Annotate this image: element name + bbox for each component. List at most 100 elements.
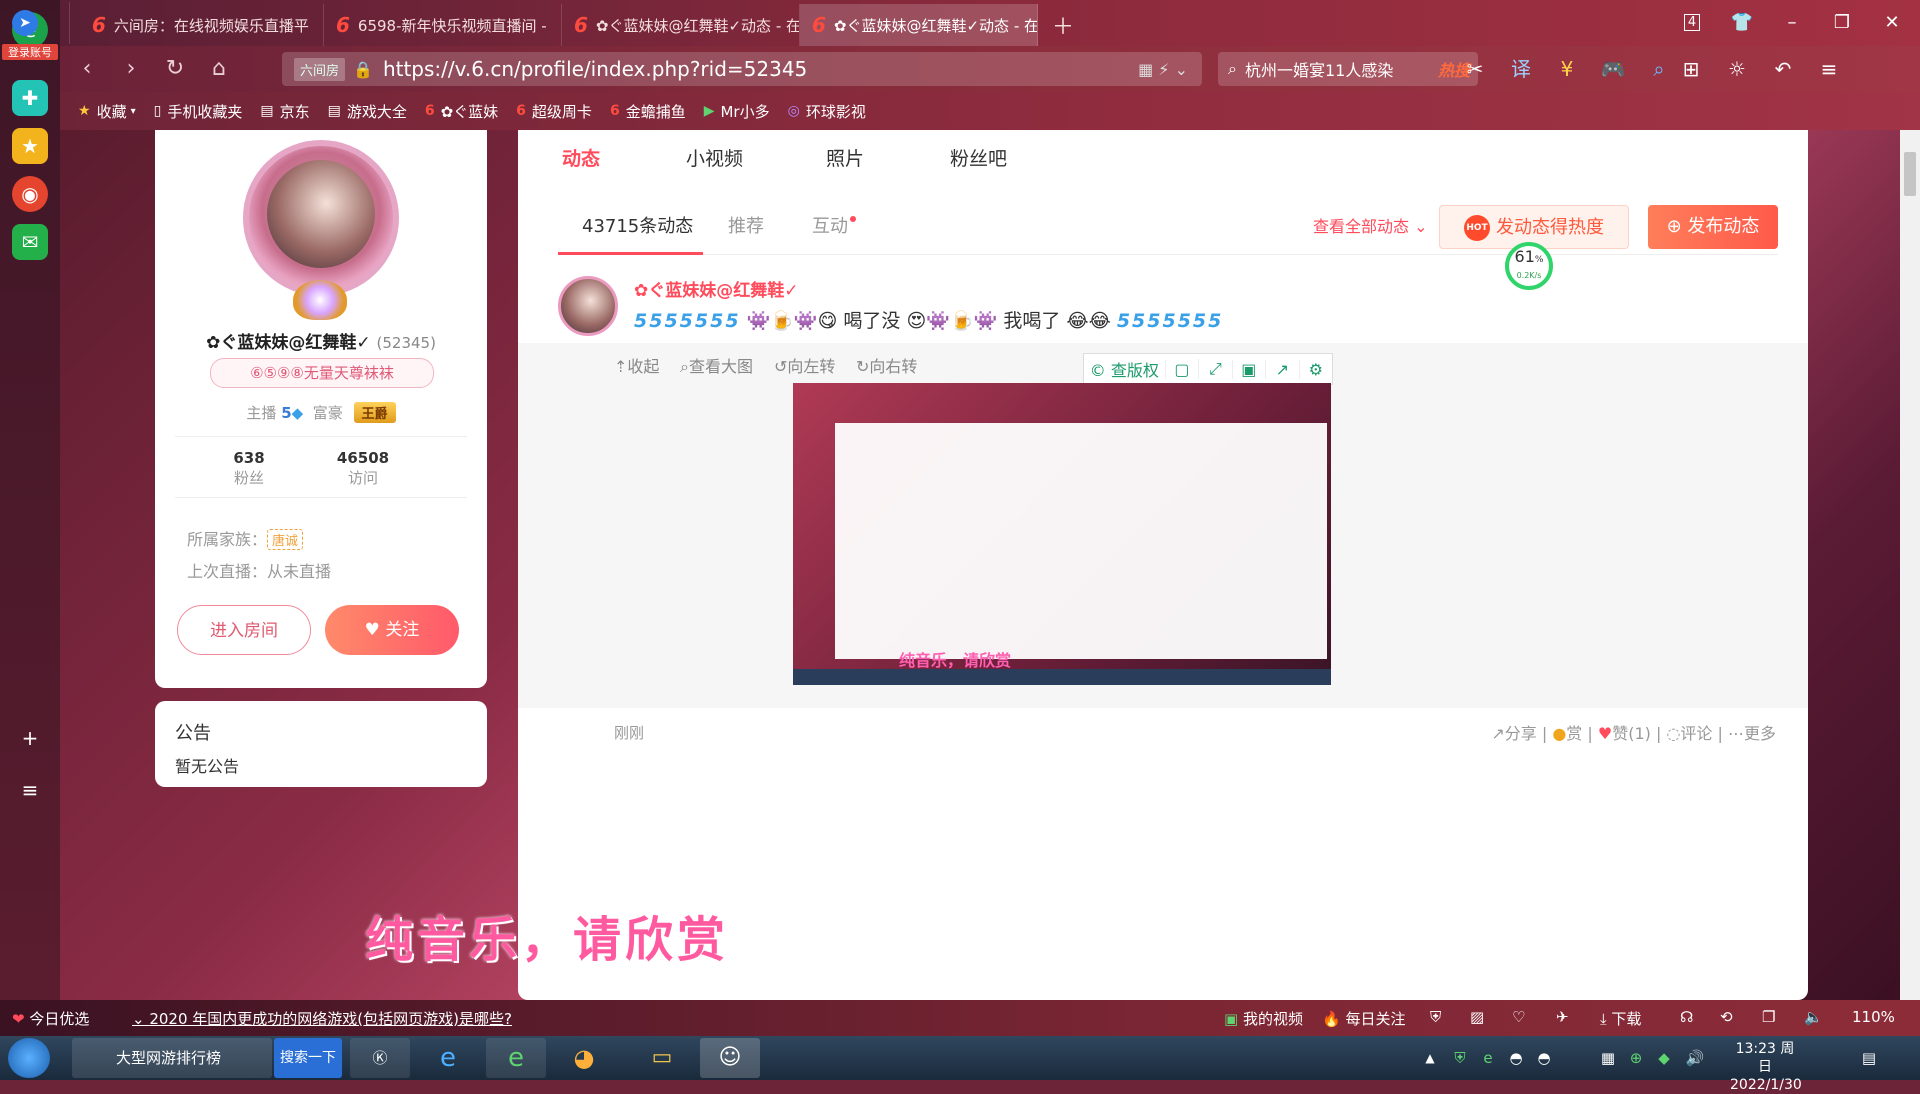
shirt-icon[interactable]: 👕	[1720, 8, 1764, 38]
star-icon[interactable]: ★	[12, 128, 48, 164]
bookmark-games[interactable]: ▤ 游戏大全	[328, 101, 407, 122]
bookmark-jd[interactable]: ▤ 京东	[260, 101, 309, 122]
scrollbar[interactable]	[1900, 130, 1920, 1000]
qq-icon[interactable]: ◓	[1504, 1038, 1528, 1078]
post-author-name[interactable]: ✿ぐ蓝妹妹@红舞鞋✓	[634, 276, 799, 301]
window-icon[interactable]: ❐	[1762, 1008, 1775, 1026]
coin-icon[interactable]: ¥	[1552, 56, 1582, 82]
navigation-icon[interactable]: ➤	[0, 2, 70, 44]
enter-room-button[interactable]: 进入房间	[177, 605, 311, 655]
login-account-button[interactable]: 登录账号	[2, 44, 58, 60]
tab-photos[interactable]: 照片	[826, 144, 864, 171]
collapse-button[interactable]: ⇡收起	[614, 353, 659, 377]
news-headline-link[interactable]: ⌄ 2020 年国内更成功的网络游戏(包括网页游戏)是哪些?	[132, 1008, 512, 1029]
weibo-icon[interactable]: ◉	[12, 176, 48, 212]
bookmark-favorites[interactable]: ★ 收藏 ▾	[78, 101, 136, 122]
tab-interaction[interactable]: 互动	[812, 200, 856, 254]
publish-post-button[interactable]: ⊕ 发布动态	[1648, 205, 1778, 249]
today-picks[interactable]: ❤ 今日优选	[12, 1008, 89, 1029]
fullscreen-icon[interactable]: ⤢	[1198, 359, 1231, 379]
close-icon[interactable]: ✕	[1870, 8, 1914, 38]
view-all-dropdown[interactable]: 查看全部动态 ⌄	[1313, 200, 1428, 254]
plus-icon[interactable]: ⊕	[1624, 1038, 1648, 1078]
network-speed-widget[interactable]: 61% 0.2K/s	[1505, 242, 1553, 290]
sync-icon[interactable]: ⟲	[1720, 1008, 1733, 1026]
url-field[interactable]: 六间房 🔒 https://v.6.cn/profile/index.php?r…	[282, 52, 1202, 86]
family-badge[interactable]: ⑥⑤⑨⑧无量天尊袜袜	[210, 358, 434, 388]
view-large-button[interactable]: ⌕查看大图	[680, 353, 753, 377]
app-icon[interactable]: ✚	[12, 80, 48, 116]
scrollbar-thumb[interactable]	[1904, 152, 1916, 196]
menu-icon[interactable]: ≡	[1814, 56, 1844, 82]
notification-icon[interactable]: ▤	[1854, 1038, 1884, 1078]
headset-icon[interactable]: ☊	[1680, 1008, 1693, 1026]
like-button[interactable]: ♥赞(1)	[1598, 724, 1651, 743]
tab-2[interactable]: 6 6598-新年快乐视频直播间 -	[324, 4, 562, 46]
tab-recommended[interactable]: 推荐	[728, 200, 764, 254]
my-video-button[interactable]: ▣ 我的视频	[1224, 1008, 1303, 1029]
kugou-icon[interactable]: Ⓚ	[350, 1038, 410, 1078]
follow-button[interactable]: ♥ 关注	[325, 605, 459, 655]
minimize-icon[interactable]: –	[1770, 8, 1814, 38]
post-image[interactable]: 纯音乐，请欣赏	[793, 383, 1331, 685]
fans-stat[interactable]: 638 粉丝	[199, 449, 299, 488]
network-icon[interactable]: ▦	[1596, 1038, 1620, 1078]
tray-expand-icon[interactable]: ▲	[1420, 1038, 1440, 1078]
home-icon[interactable]: ⌂	[202, 54, 236, 84]
check-copyright-button[interactable]: © 查版权	[1084, 357, 1165, 381]
more-button[interactable]: ⋯更多	[1728, 724, 1776, 743]
add-icon[interactable]: +	[12, 720, 48, 756]
maximize-icon[interactable]: ❐	[1820, 8, 1864, 38]
search-input[interactable]: ⌕ 杭州一婚宴11人感染 热搜	[1218, 52, 1478, 86]
tab-feed[interactable]: 动态	[562, 144, 600, 181]
daily-follow-button[interactable]: 🔥 每日关注	[1322, 1008, 1405, 1029]
tab-fan-club[interactable]: 粉丝吧	[950, 144, 1007, 171]
zoom-level[interactable]: 110%	[1852, 1008, 1895, 1026]
translate-icon[interactable]: 译	[1506, 56, 1536, 82]
ie-icon[interactable]: e	[418, 1038, 478, 1078]
bookmark-profile[interactable]: 6 ✿ぐ蓝妹	[425, 101, 498, 122]
mail-icon[interactable]: ✉	[12, 224, 48, 260]
image-icon[interactable]: ▨	[1470, 1008, 1484, 1026]
qq-icon[interactable]: ◓	[1532, 1038, 1556, 1078]
family-name-badge[interactable]: 唐诚	[267, 529, 304, 550]
refresh-icon[interactable]: ↻	[158, 54, 192, 84]
magnifier-icon[interactable]: ⌕	[1644, 56, 1674, 82]
bookmark-mrxiaoduo[interactable]: ▶ Mr小多	[704, 101, 770, 122]
bookmark-fishing[interactable]: 6 金蟾捕鱼	[610, 101, 686, 122]
undo-icon[interactable]: ↶	[1768, 56, 1798, 82]
share-button[interactable]: ↗分享	[1491, 724, 1536, 743]
speaker-icon[interactable]: 🔊	[1680, 1038, 1710, 1078]
menu-icon[interactable]: ≡	[12, 772, 48, 808]
back-icon[interactable]: ‹	[70, 54, 104, 84]
bookmark-global-video[interactable]: ◎ 环球影视	[788, 101, 866, 122]
bookmark-weekcard[interactable]: 6 超级周卡	[516, 101, 592, 122]
apps-icon[interactable]: ⊞	[1676, 56, 1706, 82]
brightness-icon[interactable]: ☼	[1722, 56, 1752, 82]
browser-tray-icon[interactable]: e	[1476, 1038, 1500, 1078]
qr-icon[interactable]: ▦ ⚡ ⌄	[1138, 60, 1188, 79]
post-author-avatar[interactable]	[558, 276, 618, 336]
security-tray-icon[interactable]: ⛨	[1448, 1038, 1472, 1078]
chrome-icon[interactable]: ◕	[554, 1038, 614, 1078]
heart-outline-icon[interactable]: ♡	[1512, 1008, 1525, 1026]
rotate-left-button[interactable]: ↺向左转	[774, 353, 835, 377]
game-icon[interactable]: 🎮	[1598, 56, 1628, 82]
tab-4[interactable]: 6✿ぐ蓝妹妹@红舞鞋✓动态 - 在✕	[800, 4, 1038, 46]
shield-icon[interactable]: ⛨	[1430, 1008, 1441, 1026]
comment-button[interactable]: ◌评论	[1666, 724, 1712, 743]
save-icon[interactable]: ▣	[1231, 359, 1265, 379]
start-button[interactable]	[8, 1038, 50, 1078]
forward-icon[interactable]: ›	[114, 54, 148, 84]
tab-all-posts[interactable]: 43715条动态	[558, 200, 703, 255]
tab-1[interactable]: 6 六间房：在线视频娱乐直播平	[80, 4, 324, 46]
clock[interactable]: 13:23 周日 2022/1/30	[1730, 1040, 1802, 1094]
tab-count-badge[interactable]: 4	[1670, 8, 1714, 38]
copy-icon[interactable]: ▢	[1164, 359, 1198, 379]
tab-3[interactable]: 6 ✿ぐ蓝妹妹@红舞鞋✓动态 - 在	[562, 4, 800, 46]
taskbar-ie-item[interactable]: 大型网游排行榜	[72, 1038, 272, 1078]
scissors-icon[interactable]: ✂	[1460, 56, 1490, 82]
rotate-right-button[interactable]: ↻向右转	[856, 353, 917, 377]
rocket-icon[interactable]: ✈	[1556, 1008, 1569, 1026]
volume-icon[interactable]: 🔈	[1804, 1008, 1823, 1026]
